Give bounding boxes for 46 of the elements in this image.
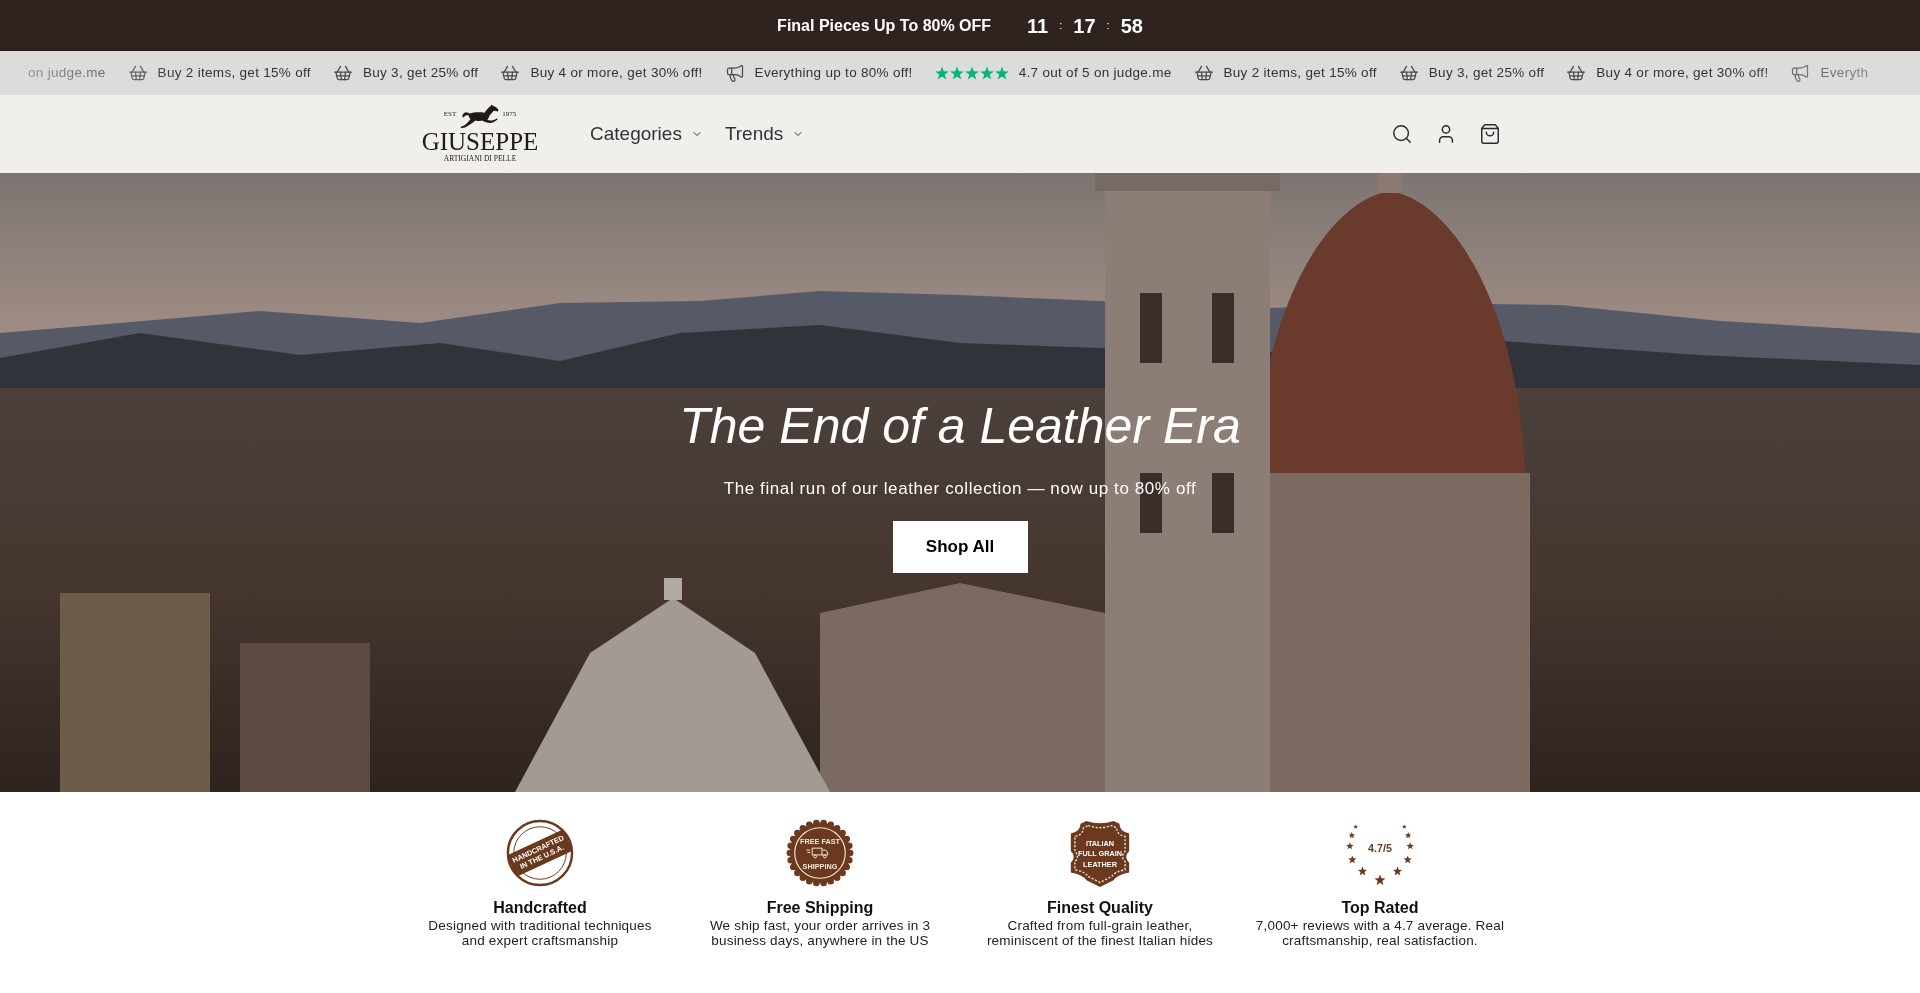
promo-message: Buy 4 or more, get 30% off!: [1596, 63, 1769, 82]
basket-icon: [1193, 63, 1214, 83]
basket-icon: [127, 63, 148, 83]
promo-message: Everyth: [1820, 63, 1869, 82]
star-wreath-drawing: 4.7/5: [1345, 818, 1415, 888]
basket-icon: [500, 63, 521, 83]
promo-message: Buy 2 items, get 15% off: [157, 63, 311, 82]
megaphone-icon: [724, 63, 745, 83]
search-icon: [1391, 123, 1413, 145]
feature-title: Handcrafted: [493, 898, 587, 918]
hero-subtitle: The final run of our leather collection — now up to 80% off: [723, 478, 1197, 500]
shop-all-button[interactable]: Shop All: [892, 521, 1028, 573]
feature-description: Crafted from full-grain leather, reminiscent of the finest Italian hides: [986, 918, 1214, 948]
promo-message: Buy 3, get 25% off: [1428, 63, 1545, 82]
megaphone-icon: [1790, 63, 1811, 83]
basket-icon: [1566, 63, 1587, 83]
promo-message: 4.7 out of 5 on judge.me: [1018, 63, 1172, 82]
feature-description: We ship fast, your order arrives in 3 business days, anywhere in the US: [709, 918, 931, 948]
feature-description: Designed with traditional techniques and expert craftsmanship: [428, 918, 652, 948]
bag-icon: [1479, 123, 1501, 145]
feature-title: Finest Quality: [1047, 898, 1153, 918]
nav-menu-item[interactable]: Categories: [590, 111, 703, 157]
nav-menu-item[interactable]: Trends: [724, 111, 805, 157]
feature-description: 7,000+ reviews with a 4.7 average. Real craftsmanship, real satisfaction.: [1255, 918, 1505, 948]
star-icon: [934, 66, 949, 80]
feature-title: Free Shipping: [766, 898, 874, 918]
promo-message: on judge.me: [28, 63, 106, 82]
promo-message: Buy 2 items, get 15% off: [1223, 63, 1377, 82]
star-icon: [994, 66, 1009, 80]
announcement-text: Final Pieces Up To 80% OFF: [777, 15, 992, 36]
promo-message: Everything up to 80% off!: [754, 63, 913, 82]
star-icon: [979, 66, 994, 80]
promo-message: Buy 4 or more, get 30% off!: [530, 63, 703, 82]
star-icon: [949, 66, 964, 80]
horse-icon: [458, 104, 501, 130]
promo-message: Buy 3, get 25% off: [362, 63, 479, 82]
countdown-number: 11: [1027, 15, 1049, 36]
basket-icon: [1398, 63, 1419, 83]
basket-icon: [332, 63, 353, 83]
countdown-number: 58: [1120, 15, 1143, 36]
feature-title: Top Rated: [1341, 898, 1419, 918]
countdown-number: 17: [1073, 15, 1096, 36]
star-icon: [964, 66, 979, 80]
countdown-separator: :: [1059, 20, 1063, 31]
countdown-separator: :: [1106, 20, 1110, 31]
hero-title: The End of a Leather Era: [679, 397, 1241, 456]
